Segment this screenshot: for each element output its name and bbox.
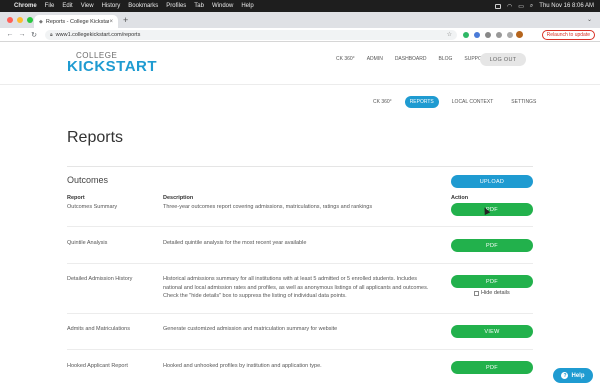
browser-toolbar: ← → ↻ 🔒︎ www1.collegekickstart.com/repor… bbox=[0, 28, 600, 42]
window-controls bbox=[7, 17, 33, 23]
menu-tab[interactable]: Tab bbox=[194, 3, 204, 9]
menu-file[interactable]: File bbox=[45, 3, 55, 9]
macos-menu-bar: Chrome File Edit View History Bookmarks … bbox=[0, 0, 600, 12]
logo-line-2: KICKSTART bbox=[67, 58, 158, 75]
forward-icon[interactable]: → bbox=[17, 31, 27, 38]
row-divider bbox=[67, 226, 533, 227]
search-icon[interactable]: ⌕ bbox=[530, 3, 533, 10]
subnav-settings[interactable]: SETTINGS bbox=[506, 96, 541, 108]
report-description: Detailed quintile analysis for the most … bbox=[163, 240, 307, 246]
outcomes-summary-pdf-button[interactable]: PDF bbox=[451, 203, 533, 216]
download-icon[interactable] bbox=[496, 31, 502, 38]
nav-ck360[interactable]: CK 360° bbox=[336, 56, 355, 62]
row-divider bbox=[67, 263, 533, 264]
menu-view[interactable]: View bbox=[81, 3, 94, 9]
title-divider bbox=[67, 166, 533, 167]
nav-dashboard[interactable]: DASHBOARD bbox=[395, 56, 427, 62]
new-tab-icon[interactable]: + bbox=[123, 15, 128, 26]
screen-record-icon[interactable] bbox=[495, 3, 501, 9]
row-divider bbox=[67, 349, 533, 350]
relaunch-button[interactable]: Relaunch to update bbox=[541, 29, 595, 40]
column-header-report: Report bbox=[67, 195, 85, 201]
quintile-analysis-pdf-button[interactable]: PDF bbox=[451, 239, 533, 252]
back-icon[interactable]: ← bbox=[5, 31, 15, 38]
tab-search-icon[interactable]: ⌄ bbox=[587, 16, 592, 23]
menu-help[interactable]: Help bbox=[241, 3, 253, 9]
help-question-icon: ? bbox=[561, 372, 569, 379]
favicon-icon: ◆ bbox=[39, 18, 43, 25]
menu-chrome[interactable]: Chrome bbox=[14, 3, 37, 9]
minimize-window-icon[interactable] bbox=[17, 17, 23, 23]
close-window-icon[interactable] bbox=[7, 17, 13, 23]
report-description: Hooked and unhooked profiles by institut… bbox=[163, 363, 322, 369]
help-button[interactable]: ? Help bbox=[553, 368, 593, 383]
logout-button[interactable]: LOG OUT bbox=[480, 53, 526, 66]
profile-avatar[interactable] bbox=[516, 31, 523, 38]
report-name: Quintile Analysis bbox=[67, 240, 108, 246]
fullscreen-window-icon[interactable] bbox=[27, 17, 33, 23]
nav-admin[interactable]: ADMIN bbox=[367, 56, 383, 62]
extensions-area bbox=[463, 31, 513, 38]
reload-icon[interactable]: ↻ bbox=[29, 31, 39, 39]
address-bar[interactable]: 🔒︎ www1.collegekickstart.com/reports ☆ bbox=[45, 29, 457, 40]
subnav-local-context[interactable]: LOCAL CONTEXT bbox=[447, 96, 499, 108]
close-tab-icon[interactable]: × bbox=[109, 19, 113, 25]
column-header-description: Description bbox=[163, 195, 194, 201]
nav-blog[interactable]: BLOG bbox=[439, 56, 453, 62]
report-name: Hooked Applicant Report bbox=[67, 363, 128, 369]
row-divider bbox=[67, 313, 533, 314]
browser-tab-strip: ◆ Reports - College Kickstart × + ⌄ bbox=[0, 12, 600, 28]
college-kickstart-logo[interactable]: COLLEGE KICKSTART bbox=[67, 51, 157, 77]
menu-bookmarks[interactable]: Bookmarks bbox=[128, 3, 158, 9]
menu-window[interactable]: Window bbox=[212, 3, 233, 9]
top-nav: CK 360° ADMIN DASHBOARD BLOG SUPPORT bbox=[336, 56, 489, 62]
section-heading: Outcomes bbox=[67, 175, 109, 185]
upload-button[interactable]: UPLOAD bbox=[451, 175, 533, 188]
report-name: Outcomes Summary bbox=[67, 204, 118, 210]
report-description: Three-year outcomes report covering admi… bbox=[163, 204, 373, 210]
report-description: Historical admissions summary for all in… bbox=[163, 276, 429, 299]
detailed-admission-history-pdf-button[interactable]: PDF bbox=[451, 275, 533, 288]
sub-nav: CK 360° REPORTS LOCAL CONTEXT SETTINGS bbox=[368, 96, 541, 108]
wifi-icon[interactable]: ◠ bbox=[507, 3, 512, 10]
tab-title: Reports - College Kickstart bbox=[45, 18, 110, 25]
browser-tab[interactable]: ◆ Reports - College Kickstart × bbox=[34, 15, 118, 28]
report-name: Detailed Admission History bbox=[67, 276, 133, 282]
subnav-reports[interactable]: REPORTS bbox=[404, 96, 439, 108]
page-title: Reports bbox=[67, 129, 124, 146]
page-content: COLLEGE KICKSTART CK 360° ADMIN DASHBOAR… bbox=[0, 43, 600, 388]
sidepanel-icon[interactable] bbox=[507, 31, 513, 38]
menu-profiles[interactable]: Profiles bbox=[166, 3, 186, 9]
hooked-applicant-pdf-button[interactable]: PDF bbox=[451, 361, 533, 374]
extension-blue-icon[interactable] bbox=[474, 31, 480, 38]
column-header-action: Action bbox=[451, 195, 469, 201]
report-name: Admits and Matriculations bbox=[67, 326, 130, 332]
url-text: www1.collegekickstart.com/reports bbox=[55, 31, 141, 38]
hide-details-label: Hide details bbox=[481, 290, 510, 296]
hide-details-toggle[interactable]: Hide details bbox=[474, 290, 510, 296]
admits-matriculations-view-button[interactable]: VIEW bbox=[451, 325, 533, 338]
lock-icon[interactable]: 🔒︎ bbox=[50, 32, 53, 38]
help-label: Help bbox=[571, 372, 585, 379]
hide-details-checkbox[interactable] bbox=[474, 290, 479, 296]
menu-edit[interactable]: Edit bbox=[62, 3, 72, 9]
subnav-ck360[interactable]: CK 360° bbox=[368, 96, 397, 108]
header-divider bbox=[0, 84, 600, 85]
extension-green-icon[interactable] bbox=[463, 31, 469, 38]
battery-icon[interactable]: ▭ bbox=[518, 3, 524, 10]
report-description: Generate customized admission and matric… bbox=[163, 326, 338, 332]
bookmark-star-icon[interactable]: ☆ bbox=[447, 31, 452, 38]
extensions-puzzle-icon[interactable] bbox=[485, 31, 491, 38]
menubar-datetime[interactable]: Thu Nov 16 8:06 AM bbox=[539, 3, 594, 9]
menu-history[interactable]: History bbox=[102, 3, 121, 9]
